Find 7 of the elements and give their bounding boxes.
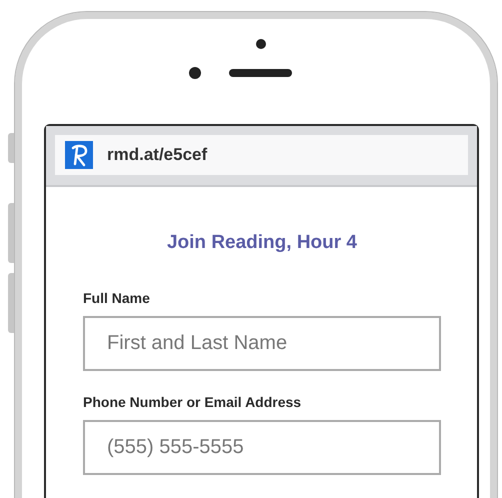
input-field[interactable]: (555) 555-5555 [83,420,441,475]
logo-icon [65,141,93,169]
form-title: Join Reading, Hour 4 [166,232,358,254]
field-label: Phone Number or Email Address [83,394,302,410]
address-field[interactable]: rmd.at/e5cef [55,135,468,175]
field-label: Full Name [83,290,151,306]
input-field[interactable]: First and Last Name [83,316,441,371]
